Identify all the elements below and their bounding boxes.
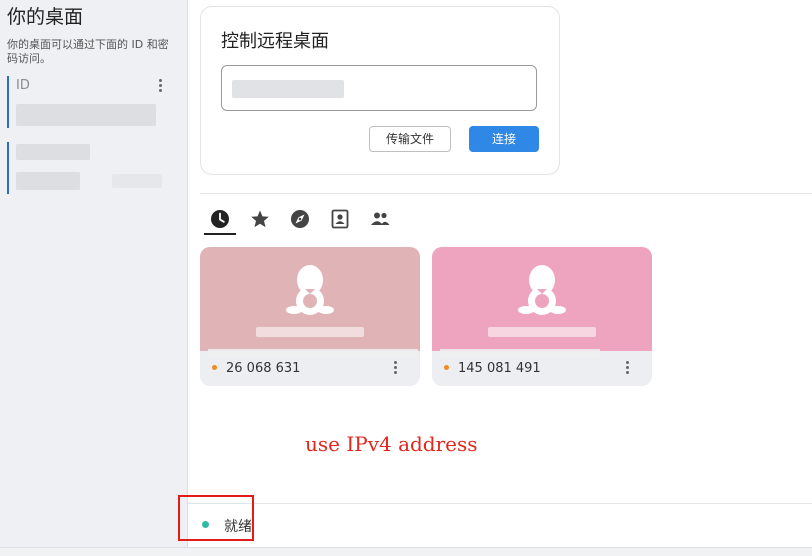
peer-id: 26 068 631 (226, 361, 301, 376)
sidebar: 你的桌面 你的桌面可以通过下面的 ID 和密码访问。 ID (0, 0, 188, 555)
peer-menu-icon[interactable] (620, 361, 634, 377)
control-remote-card: 控制远程桌面 传输文件 连接 (200, 6, 560, 175)
connect-button[interactable]: 连接 (469, 126, 539, 152)
password-value-redacted (16, 172, 80, 190)
linux-icon (286, 265, 334, 315)
annotation-text: use IPv4 address (305, 432, 478, 456)
compass-icon[interactable] (287, 206, 313, 232)
peer-hostname-redacted (256, 327, 364, 337)
id-section-marker (7, 76, 9, 128)
password-label-redacted (16, 144, 90, 160)
star-icon[interactable] (247, 206, 273, 232)
peer-card-header (200, 247, 420, 351)
tab-recent-underline (204, 233, 236, 235)
control-title: 控制远程桌面 (221, 31, 329, 52)
peer-card-header (432, 247, 652, 351)
password-action-redacted (112, 174, 162, 188)
peer-status-dot (212, 365, 217, 370)
status-divider (188, 503, 812, 504)
id-menu-icon[interactable] (152, 78, 168, 94)
annotation-highlight-box (178, 495, 254, 541)
id-value-redacted (16, 104, 156, 126)
peer-id: 145 081 491 (458, 361, 541, 376)
peer-menu-icon[interactable] (388, 361, 402, 377)
peer-card[interactable]: 145 081 491 (432, 247, 652, 386)
peer-card[interactable]: 26 068 631 (200, 247, 420, 386)
linux-icon (518, 265, 566, 315)
contact-book-icon[interactable] (327, 206, 353, 232)
id-label: ID (16, 78, 30, 93)
password-section-marker (7, 142, 9, 194)
clock-icon[interactable] (207, 206, 233, 232)
remote-id-value-redacted (232, 80, 344, 98)
transfer-file-button[interactable]: 传输文件 (369, 126, 451, 152)
sidebar-title: 你的桌面 (7, 6, 84, 28)
redaction-band (208, 349, 418, 357)
people-icon[interactable] (367, 206, 393, 232)
peer-hostname-redacted (488, 327, 596, 337)
remote-id-input[interactable] (221, 65, 537, 111)
peer-status-dot (444, 365, 449, 370)
section-divider (200, 193, 812, 194)
sidebar-description: 你的桌面可以通过下面的 ID 和密码访问。 (7, 38, 169, 65)
redaction-band (440, 349, 600, 357)
